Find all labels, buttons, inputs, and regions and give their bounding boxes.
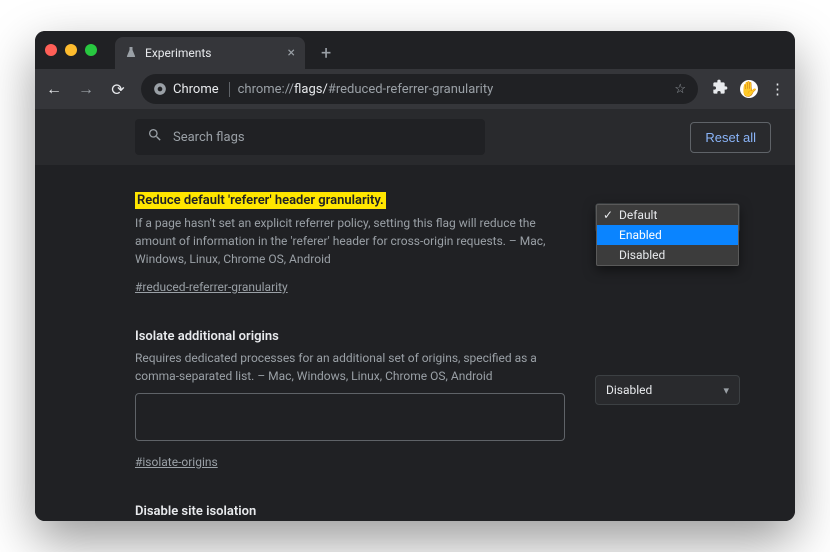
- flag-description: Requires dedicated processes for an addi…: [135, 349, 565, 385]
- search-input[interactable]: Search flags: [135, 119, 485, 155]
- flag-select[interactable]: Disabled ▾: [595, 375, 740, 405]
- forward-button[interactable]: →: [77, 79, 95, 99]
- chrome-icon: [153, 82, 167, 96]
- flag-title: Disable site isolation: [135, 504, 256, 519]
- flags-toolbar: Search flags Reset all: [35, 109, 795, 165]
- extension-area: ✋ ⋮: [712, 79, 785, 99]
- flag-title: Reduce default 'referer' header granular…: [135, 192, 386, 209]
- browser-menu-icon[interactable]: ⋮: [770, 80, 785, 98]
- dropdown-option-enabled[interactable]: Enabled: [597, 225, 738, 245]
- url-text: chrome://flags/#reduced-referrer-granula…: [238, 82, 494, 97]
- browser-window: Experiments × + ← → ⟳ Chrome chrome://fl…: [35, 31, 795, 521]
- flags-list: Reduce default 'referer' header granular…: [35, 165, 795, 521]
- chevron-down-icon: ▾: [723, 384, 729, 397]
- maximize-window-button[interactable]: [85, 44, 97, 56]
- flag-hash-link[interactable]: #reduced-referrer-granularity: [135, 280, 288, 294]
- tab-title: Experiments: [145, 46, 212, 60]
- flask-icon: [125, 46, 137, 61]
- extensions-icon[interactable]: [712, 79, 728, 99]
- flag-item: Isolate additional origins Requires dedi…: [135, 325, 771, 470]
- page-content: Search flags Reset all Reduce default 'r…: [35, 109, 795, 521]
- flag-textarea[interactable]: [135, 393, 565, 441]
- minimize-window-button[interactable]: [65, 44, 77, 56]
- url-chip: Chrome: [153, 82, 230, 97]
- select-dropdown: Default Enabled Disabled: [596, 204, 739, 266]
- close-tab-icon[interactable]: ×: [288, 45, 295, 61]
- flag-description: If a page hasn't set an explicit referre…: [135, 214, 565, 268]
- reload-button[interactable]: ⟳: [109, 80, 127, 99]
- flag-select[interactable]: Default Enabled Disabled Default ▾: [595, 203, 740, 233]
- select-value: Disabled: [606, 383, 652, 397]
- search-icon: [147, 127, 163, 147]
- tab-bar: Experiments × +: [35, 31, 795, 69]
- flag-hash-link[interactable]: #isolate-origins: [135, 455, 218, 469]
- close-window-button[interactable]: [45, 44, 57, 56]
- search-placeholder: Search flags: [173, 130, 245, 145]
- extension-badge-icon[interactable]: ✋: [740, 80, 758, 98]
- flag-title: Isolate additional origins: [135, 329, 279, 344]
- omnibox[interactable]: Chrome chrome://flags/#reduced-referrer-…: [141, 74, 698, 104]
- dropdown-option-default[interactable]: Default: [597, 205, 738, 225]
- flag-item: Disable site isolation Disables site iso…: [135, 500, 771, 521]
- window-controls: [45, 44, 97, 56]
- bookmark-star-icon[interactable]: ☆: [674, 82, 686, 97]
- new-tab-button[interactable]: +: [321, 43, 331, 64]
- dropdown-option-disabled[interactable]: Disabled: [597, 245, 738, 265]
- back-button[interactable]: ←: [45, 79, 63, 99]
- flag-item: Reduce default 'referer' header granular…: [135, 189, 771, 295]
- address-bar: ← → ⟳ Chrome chrome://flags/#reduced-ref…: [35, 69, 795, 109]
- browser-tab[interactable]: Experiments ×: [115, 37, 305, 69]
- url-chip-label: Chrome: [173, 82, 219, 97]
- reset-all-button[interactable]: Reset all: [690, 122, 771, 153]
